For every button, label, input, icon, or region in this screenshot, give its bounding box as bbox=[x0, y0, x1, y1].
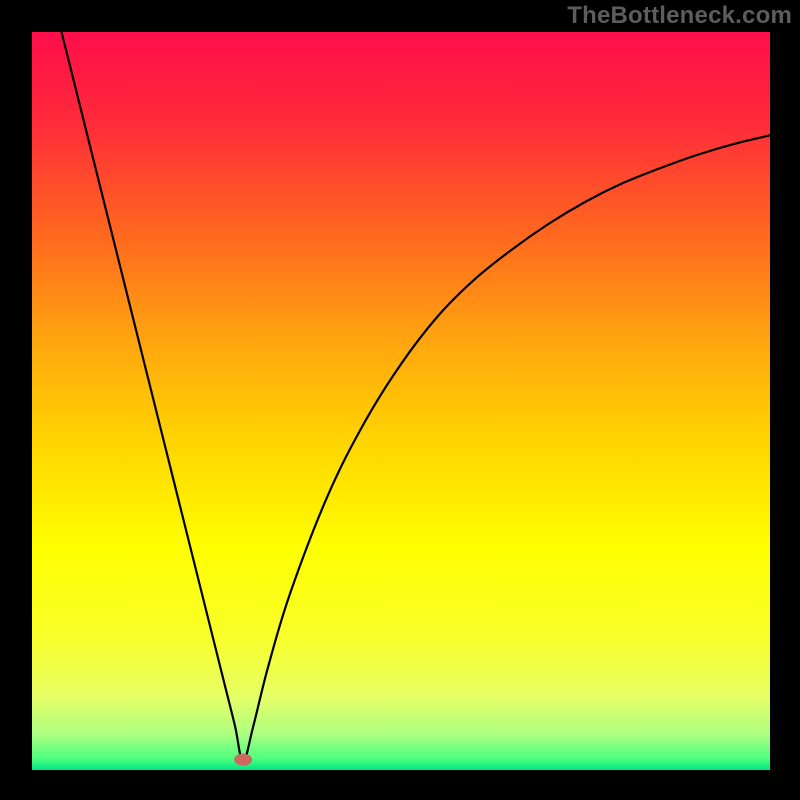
watermark-text: TheBottleneck.com bbox=[567, 2, 792, 30]
plot-svg bbox=[0, 0, 800, 800]
plot-gradient-background bbox=[32, 32, 770, 770]
chart-container: TheBottleneck.com bbox=[0, 0, 800, 800]
optimum-marker bbox=[234, 754, 252, 766]
